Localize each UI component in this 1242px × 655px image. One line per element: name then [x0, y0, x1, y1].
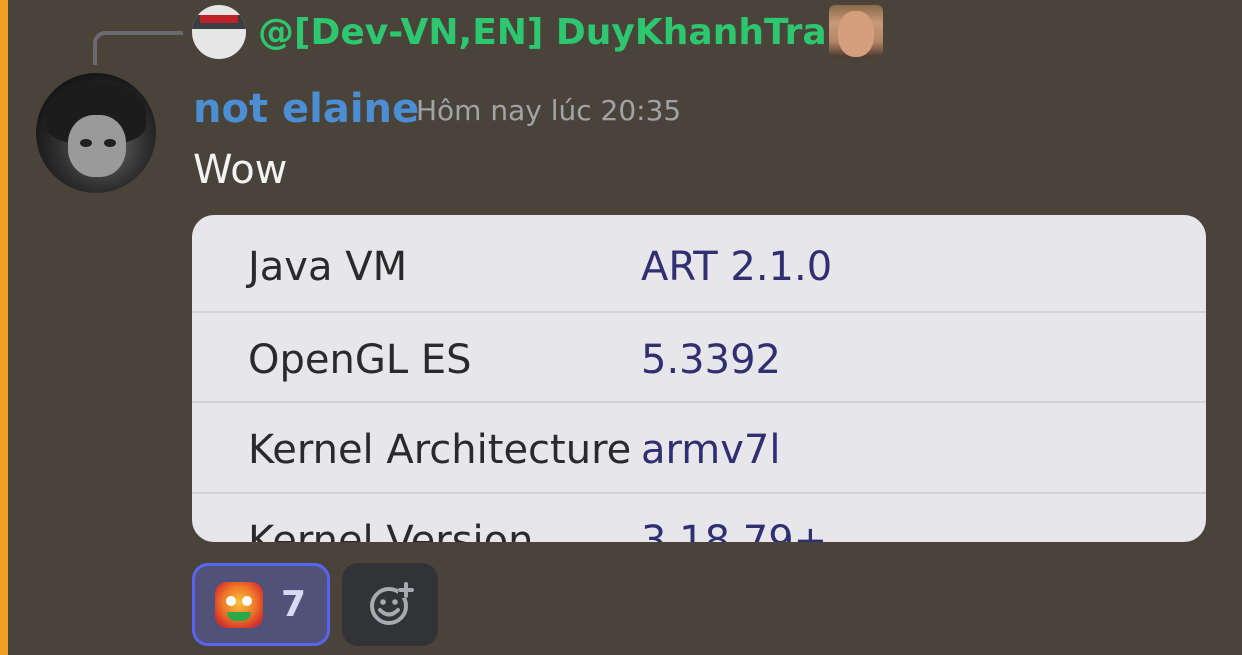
image-attachment[interactable]: Java VM ART 2.1.0 OpenGL ES 5.3392 Kerne… — [192, 215, 1206, 542]
lion-dance-emoji-icon — [215, 582, 263, 628]
reaction-count: 7 — [281, 584, 307, 625]
message-content: Wow — [193, 147, 288, 193]
spec-value: ART 2.1.0 — [641, 244, 833, 290]
author-avatar[interactable] — [36, 73, 156, 193]
spec-value: armv7l — [641, 427, 781, 473]
message-timestamp: Hôm nay lúc 20:35 — [416, 94, 682, 127]
spec-row: Kernel Version 3.18.79+ — [192, 494, 1206, 542]
mention-highlight-bar — [0, 0, 8, 655]
spec-label: Java VM — [248, 244, 408, 290]
spec-row: OpenGL ES 5.3392 — [192, 313, 1206, 403]
spec-label: Kernel Version — [248, 518, 534, 542]
spec-row: Kernel Architecture armv7l — [192, 403, 1206, 493]
reaction-button[interactable]: 7 — [192, 563, 330, 646]
reply-custom-emoji — [829, 5, 883, 57]
reply-connector-line — [93, 31, 183, 65]
spec-value: 5.3392 — [641, 337, 781, 383]
message-author-name[interactable]: not elaine — [193, 84, 419, 134]
spec-label: Kernel Architecture — [248, 427, 632, 473]
spec-row: Java VM ART 2.1.0 — [192, 220, 1206, 310]
reply-author-avatar[interactable] — [192, 5, 246, 59]
add-emoji-icon — [370, 582, 414, 625]
add-reaction-button[interactable] — [342, 563, 438, 646]
reply-author-name[interactable]: @[Dev-VN,EN] DuyKhanhTran — [258, 10, 852, 56]
spec-label: OpenGL ES — [248, 337, 472, 383]
spec-value: 3.18.79+ — [641, 518, 828, 542]
